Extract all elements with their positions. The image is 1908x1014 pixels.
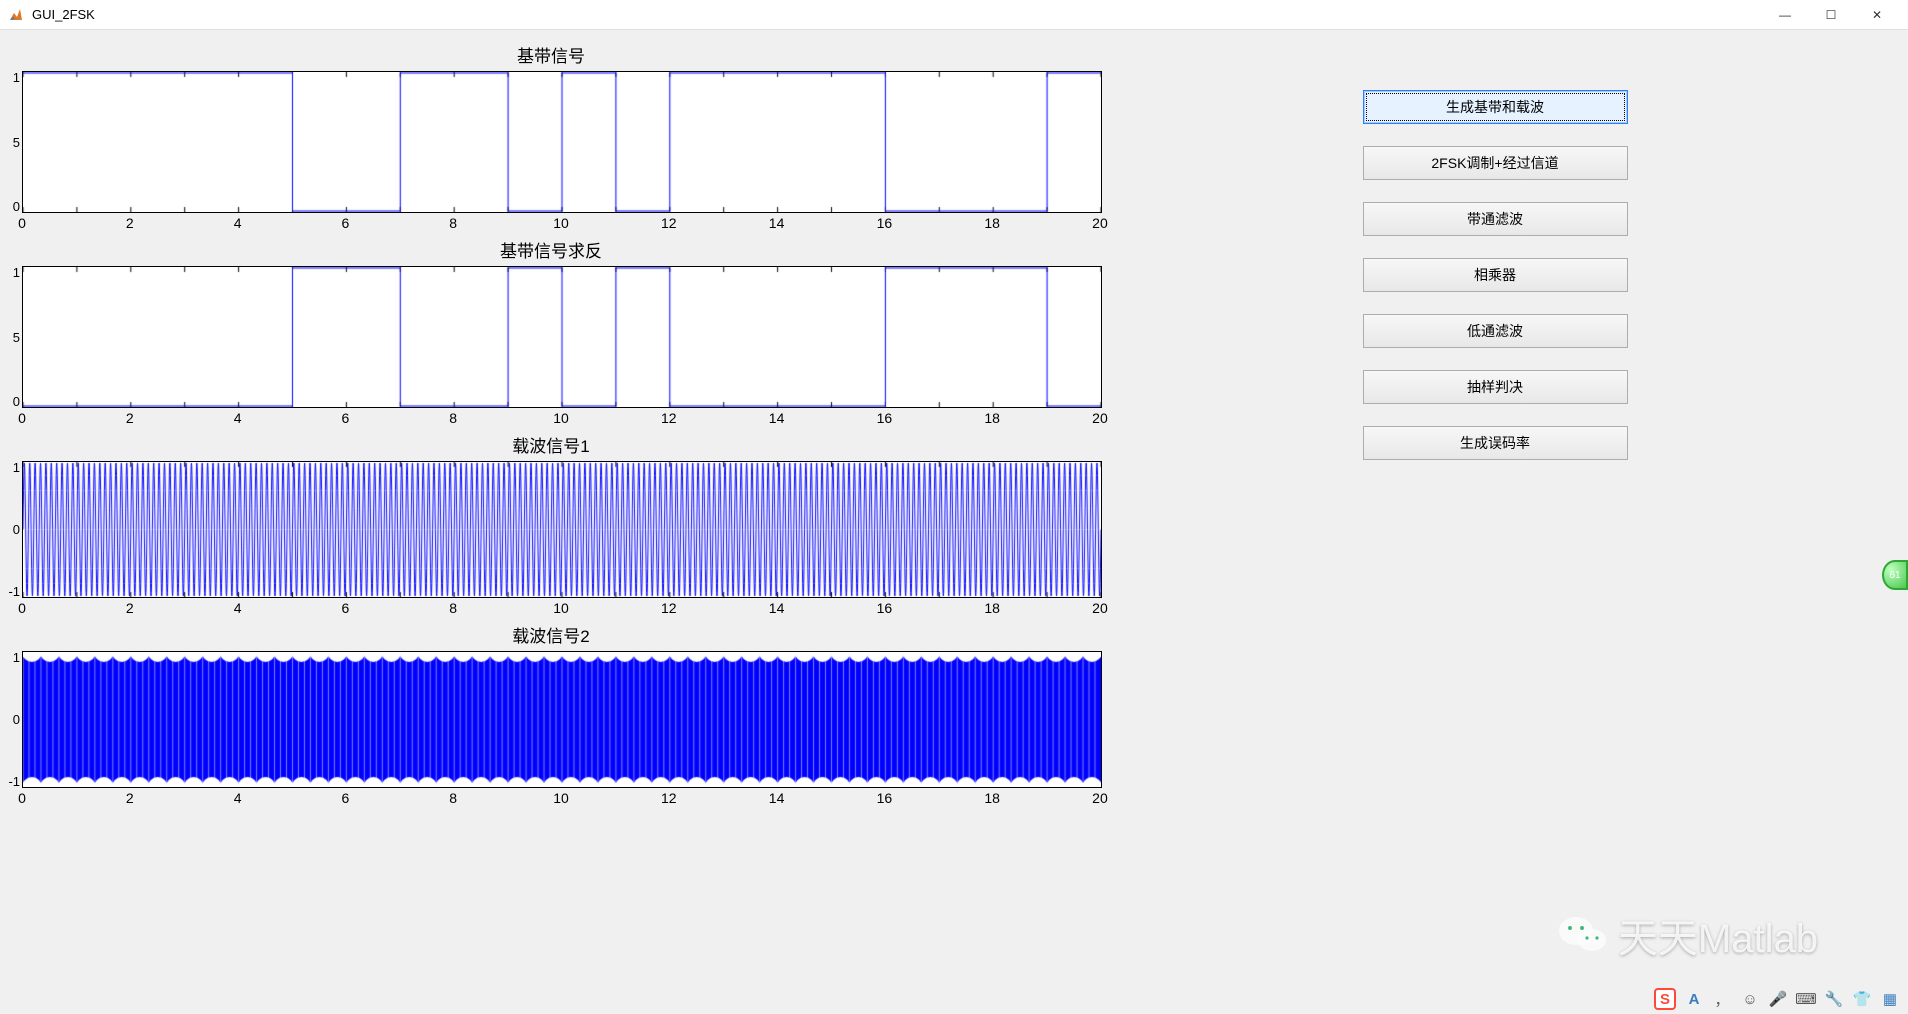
- x-ticks: 0 2 4 6 8 10 12 14 16 18 20: [22, 215, 1100, 231]
- plot-carrier1: 载波信号1 1 0 -1 0 2 4 6 8 10 12 14 16 18: [0, 430, 1102, 616]
- plot-carrier2: 载波信号2 1 0 -1 0 2 4 6 8 10 12 14 16 18: [0, 620, 1102, 806]
- plot-title: 基带信号: [0, 42, 1102, 67]
- floating-badge[interactable]: 61: [1882, 560, 1908, 590]
- plot-canvas-baseband[interactable]: [22, 71, 1102, 213]
- matlab-icon: [8, 7, 24, 23]
- lowpass-filter-button[interactable]: 低通滤波: [1363, 314, 1628, 348]
- plot-canvas-carrier1[interactable]: [22, 461, 1102, 598]
- buttons-column: 生成基带和载波 2FSK调制+经过信道 带通滤波 相乘器 低通滤波 抽样判决 生…: [1102, 40, 1888, 1004]
- x-ticks: 0 2 4 6 8 10 12 14 16 18 20: [22, 410, 1100, 426]
- ime-punct-icon[interactable]: ，: [1712, 989, 1732, 1009]
- plot-baseband: 基带信号 1 5 0 0 2 4 6 8 10 12 14 16 18: [0, 40, 1102, 231]
- plot-title: 载波信号2: [0, 622, 1102, 647]
- minimize-button[interactable]: —: [1762, 0, 1808, 30]
- close-button[interactable]: ✕: [1854, 0, 1900, 30]
- fsk-modulate-channel-button[interactable]: 2FSK调制+经过信道: [1363, 146, 1628, 180]
- keyboard-icon[interactable]: ⌨: [1796, 989, 1816, 1009]
- y-ticks: 1 0 -1: [2, 651, 20, 788]
- generate-baseband-carrier-button[interactable]: 生成基带和载波: [1363, 90, 1628, 124]
- generate-ber-button[interactable]: 生成误码率: [1363, 426, 1628, 460]
- window-title: GUI_2FSK: [32, 7, 95, 22]
- plot-canvas-carrier2[interactable]: [22, 651, 1102, 788]
- grid-icon[interactable]: ▦: [1880, 989, 1900, 1009]
- smile-icon[interactable]: ☺: [1740, 989, 1760, 1009]
- maximize-button[interactable]: ☐: [1808, 0, 1854, 30]
- ime-mode-icon[interactable]: A: [1684, 989, 1704, 1009]
- window-controls: — ☐ ✕: [1762, 0, 1900, 30]
- plot-baseband-inverted: 基带信号求反 1 5 0 0 2 4 6 8 10 12 14 16 18: [0, 235, 1102, 426]
- multiplier-button[interactable]: 相乘器: [1363, 258, 1628, 292]
- y-ticks: 1 0 -1: [2, 461, 20, 598]
- titlebar: GUI_2FSK — ☐ ✕: [0, 0, 1908, 30]
- plot-title: 载波信号1: [0, 432, 1102, 457]
- plot-title: 基带信号求反: [0, 237, 1102, 262]
- bandpass-filter-button[interactable]: 带通滤波: [1363, 202, 1628, 236]
- plot-canvas-baseband-inverted[interactable]: [22, 266, 1102, 408]
- tool-icon[interactable]: 🔧: [1824, 989, 1844, 1009]
- sogou-ime-icon[interactable]: S: [1654, 988, 1676, 1010]
- titlebar-left: GUI_2FSK: [8, 7, 95, 23]
- taskbar-tray: S A ， ☺ 🎤 ⌨ 🔧 👕 ▦: [1646, 984, 1908, 1014]
- main-area: 基带信号 1 5 0 0 2 4 6 8 10 12 14 16 18: [0, 30, 1908, 1014]
- mic-icon[interactable]: 🎤: [1768, 989, 1788, 1009]
- shirt-icon[interactable]: 👕: [1852, 989, 1872, 1009]
- x-ticks: 0 2 4 6 8 10 12 14 16 18 20: [22, 600, 1100, 616]
- sampling-decision-button[interactable]: 抽样判决: [1363, 370, 1628, 404]
- y-ticks: 1 5 0: [2, 266, 20, 408]
- y-ticks: 1 5 0: [2, 71, 20, 213]
- x-ticks: 0 2 4 6 8 10 12 14 16 18 20: [22, 790, 1100, 806]
- plots-column: 基带信号 1 5 0 0 2 4 6 8 10 12 14 16 18: [0, 40, 1102, 1004]
